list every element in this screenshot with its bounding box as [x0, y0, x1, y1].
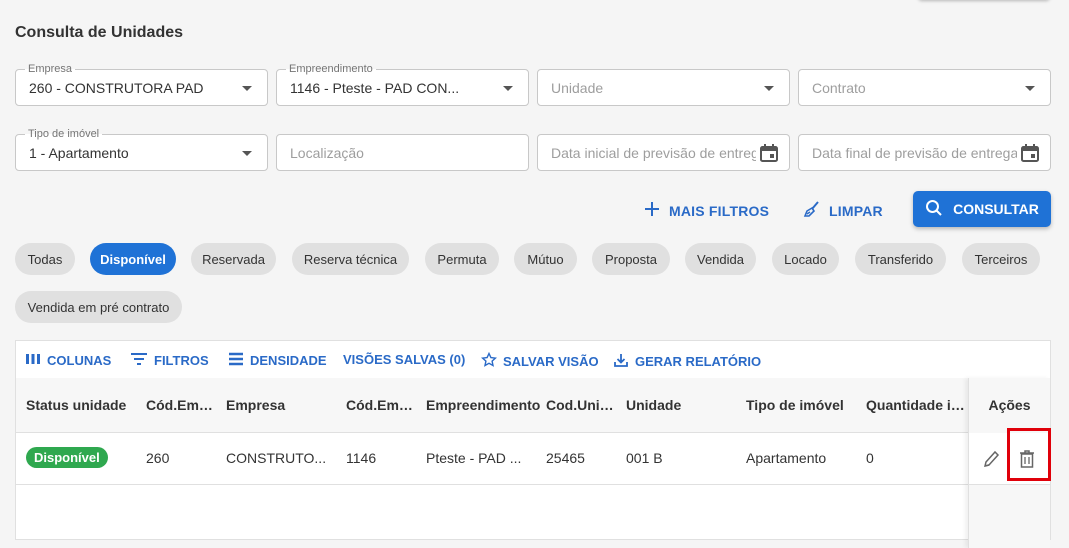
header-quantidade[interactable]: Quantidade ind... — [866, 397, 971, 413]
more-filters-label: MAIS FILTROS — [669, 202, 770, 219]
empresa-label: Empresa — [25, 62, 76, 76]
delete-highlight-box — [1007, 428, 1051, 481]
tipo-imovel-select[interactable]: Tipo de imóvel 1 - Apartamento — [15, 127, 268, 171]
chip-reserva-tecnica[interactable]: Reserva técnica — [292, 243, 409, 275]
header-cod-empreend[interactable]: Cód.Emp... — [346, 397, 418, 413]
chip-reservada[interactable]: Reservada — [191, 243, 276, 275]
data-final-input[interactable]: Data final de previsão de entrega — [798, 134, 1051, 171]
chip-terceiros[interactable]: Terceiros — [962, 243, 1040, 275]
columns-button[interactable]: COLUNAS — [25, 352, 111, 369]
empreendimento-label: Empreendimento — [286, 62, 376, 76]
cell-unidade: 001 B — [626, 450, 663, 466]
header-empreendimento[interactable]: Empreendimento — [426, 397, 541, 413]
columns-label: COLUNAS — [47, 353, 112, 368]
empreendimento-value: 1146 - Pteste - PAD CON... — [290, 80, 460, 96]
chip-permuta[interactable]: Permuta — [425, 243, 499, 275]
table-row[interactable]: Disponível 260 CONSTRUTO... 1146 Pteste … — [16, 433, 1050, 485]
filters-label: FILTROS — [154, 353, 209, 368]
header-unidade[interactable]: Unidade — [626, 397, 736, 413]
tipo-imovel-value: 1 - Apartamento — [29, 145, 129, 161]
empreendimento-select[interactable]: Empreendimento 1146 - Pteste - PAD CON..… — [276, 62, 529, 106]
density-icon — [228, 352, 244, 369]
data-final-placeholder: Data final de previsão de entrega — [812, 145, 1017, 161]
columns-icon — [25, 352, 41, 369]
contrato-select[interactable]: Contrato — [798, 69, 1051, 106]
empresa-select[interactable]: Empresa 260 - CONSTRUTORA PAD — [15, 62, 268, 106]
cell-cod-empreend: 1146 — [346, 450, 377, 466]
chevron-down-icon — [503, 86, 513, 91]
chevron-down-icon — [1025, 86, 1035, 91]
filter-icon — [130, 352, 148, 369]
search-icon — [925, 199, 943, 220]
download-icon — [613, 352, 629, 371]
search-button[interactable]: CONSULTAR — [913, 191, 1051, 227]
star-icon — [480, 351, 498, 371]
cell-cod-unid: 25465 — [546, 450, 585, 466]
chip-disponivel[interactable]: Disponível — [90, 243, 176, 275]
chip-vendida-pre-contrato[interactable]: Vendida em pré contrato — [15, 291, 182, 323]
header-acoes: Ações — [988, 397, 1031, 413]
filters-button[interactable]: FILTROS — [130, 352, 209, 369]
cell-tipo: Apartamento — [746, 450, 827, 466]
data-inicial-placeholder: Data inicial de previsão de entrega — [551, 145, 756, 161]
edit-pencil-icon[interactable] — [982, 449, 1000, 474]
more-filters-button[interactable]: MAIS FILTROS — [643, 200, 769, 221]
search-label: CONSULTAR — [953, 201, 1039, 217]
table-header-row: Status unidade Cód.Emp... Empresa Cód.Em… — [16, 378, 1050, 433]
header-empresa[interactable]: Empresa — [226, 397, 336, 413]
unidade-placeholder: Unidade — [551, 80, 604, 96]
localizacao-input[interactable]: Localização — [276, 134, 529, 171]
saved-views-button[interactable]: VISÕES SALVAS (0) — [343, 352, 465, 367]
cell-cod-emp: 260 — [146, 450, 170, 466]
empresa-value: 260 - CONSTRUTORA PAD — [29, 80, 204, 96]
cell-empreendimento: Pteste - PAD ... — [426, 450, 522, 466]
contrato-placeholder: Contrato — [812, 80, 866, 96]
save-view-button[interactable]: SALVAR VISÃO — [480, 351, 599, 371]
chip-todas[interactable]: Todas — [15, 243, 75, 275]
cell-empresa: CONSTRUTO... — [226, 450, 327, 466]
chip-mutuo[interactable]: Mútuo — [514, 243, 577, 275]
chevron-down-icon — [764, 86, 774, 91]
broom-icon — [803, 200, 821, 221]
chip-vendida[interactable]: Vendida — [685, 243, 756, 275]
header-cod-emp[interactable]: Cód.Emp... — [146, 397, 218, 413]
header-cod-unid[interactable]: Cod.Unid... — [546, 397, 618, 413]
header-status[interactable]: Status unidade — [26, 397, 141, 413]
header-tipo[interactable]: Tipo de imóvel — [746, 397, 856, 413]
data-inicial-input[interactable]: Data inicial de previsão de entrega — [537, 134, 790, 171]
density-button[interactable]: DENSIDADE — [228, 352, 327, 369]
plus-icon — [643, 200, 661, 221]
localizacao-placeholder: Localização — [290, 145, 364, 161]
chip-locado[interactable]: Locado — [772, 243, 839, 275]
chevron-down-icon — [242, 86, 252, 91]
report-label: GERAR RELATÓRIO — [635, 354, 762, 369]
clear-button[interactable]: LIMPAR — [803, 200, 883, 221]
save-view-label: SALVAR VISÃO — [503, 354, 599, 369]
grid-toolbar: COLUNAS FILTROS DENSIDADE VISÕES SALVAS … — [16, 341, 1050, 379]
unidade-select[interactable]: Unidade — [537, 69, 790, 106]
page-title: Consulta de Unidades — [15, 24, 184, 41]
tipo-imovel-label: Tipo de imóvel — [25, 127, 103, 141]
clear-label: LIMPAR — [829, 202, 883, 219]
chip-proposta[interactable]: Proposta — [592, 243, 670, 275]
chevron-down-icon — [242, 151, 252, 156]
calendar-icon[interactable] — [759, 143, 779, 168]
density-label: DENSIDADE — [250, 353, 327, 368]
chip-transferido[interactable]: Transferido — [855, 243, 946, 275]
cell-quantidade: 0 — [866, 450, 874, 466]
saved-views-label: VISÕES SALVAS (0) — [343, 352, 466, 367]
status-badge: Disponível — [26, 447, 108, 468]
report-button[interactable]: GERAR RELATÓRIO — [613, 352, 761, 371]
calendar-icon[interactable] — [1020, 143, 1040, 168]
units-grid: COLUNAS FILTROS DENSIDADE VISÕES SALVAS … — [15, 340, 1051, 548]
